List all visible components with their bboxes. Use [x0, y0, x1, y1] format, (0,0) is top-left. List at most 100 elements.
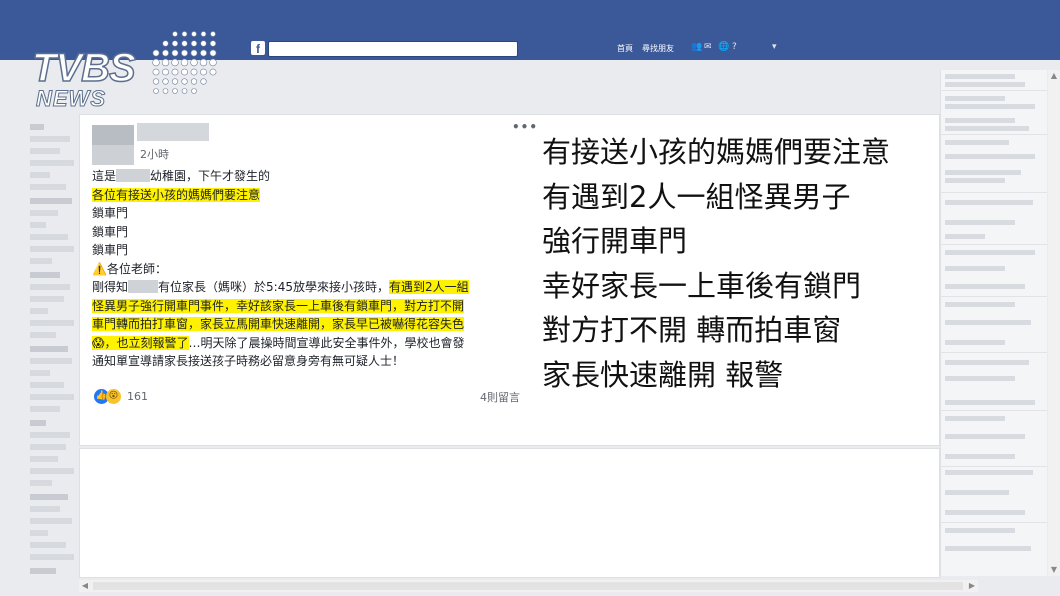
- sidebar-item-blurred[interactable]: [30, 494, 68, 500]
- right-sidebar-item-blurred[interactable]: [945, 416, 1005, 421]
- sidebar-item-blurred[interactable]: [30, 198, 72, 204]
- sidebar-item-blurred[interactable]: [30, 148, 60, 154]
- logo-dot: [209, 58, 217, 67]
- right-sidebar-item-blurred[interactable]: [945, 266, 1005, 271]
- sidebar-item-blurred[interactable]: [30, 210, 58, 216]
- facebook-logo-icon[interactable]: f: [251, 41, 265, 56]
- right-sidebar-item-blurred[interactable]: [945, 400, 1035, 405]
- right-sidebar-item-blurred[interactable]: [945, 470, 1033, 475]
- scrollbar-thumb[interactable]: [93, 582, 963, 590]
- sidebar-item-blurred[interactable]: [30, 284, 70, 290]
- right-sidebar-item-blurred[interactable]: [945, 320, 1031, 325]
- sidebar-item-blurred[interactable]: [30, 456, 58, 462]
- sidebar-item-blurred[interactable]: [30, 480, 52, 486]
- sidebar-item-blurred[interactable]: [30, 160, 74, 166]
- post-timestamp[interactable]: 2小時: [140, 146, 169, 162]
- horizontal-scrollbar[interactable]: ◀ ▶: [79, 580, 978, 592]
- right-sidebar-item-blurred[interactable]: [945, 250, 1035, 255]
- sidebar-item-blurred[interactable]: [30, 222, 46, 228]
- sidebar-item-blurred[interactable]: [30, 518, 72, 524]
- post-line: 鎖車門: [92, 224, 129, 239]
- help-icon[interactable]: ?: [732, 42, 742, 52]
- right-sidebar-item-blurred[interactable]: [945, 96, 1005, 101]
- sidebar-item-blurred[interactable]: [30, 506, 60, 512]
- sidebar-item-blurred[interactable]: [30, 382, 64, 388]
- sidebar-item-blurred[interactable]: [30, 272, 60, 278]
- more-options-icon[interactable]: •••: [512, 120, 538, 134]
- watermark-news: NEWS: [36, 86, 106, 112]
- right-sidebar-item-blurred[interactable]: [945, 340, 1005, 345]
- sidebar-item-blurred[interactable]: [30, 420, 46, 426]
- right-sidebar-item-blurred[interactable]: [945, 118, 1015, 123]
- sidebar-item-blurred[interactable]: [30, 554, 74, 560]
- right-sidebar-item-blurred[interactable]: [945, 140, 1009, 145]
- right-sidebar-item-blurred[interactable]: [945, 126, 1029, 131]
- right-sidebar-item-blurred[interactable]: [945, 104, 1035, 109]
- comment-count-link[interactable]: 4則留言: [480, 389, 520, 405]
- logo-dot: [152, 49, 160, 57]
- sidebar-item-blurred[interactable]: [30, 172, 50, 178]
- search-input[interactable]: [268, 41, 518, 57]
- friend-requests-icon[interactable]: 👥: [691, 42, 702, 52]
- sidebar-item-blurred[interactable]: [30, 258, 52, 264]
- right-sidebar-item-blurred[interactable]: [945, 360, 1029, 365]
- vertical-scrollbar[interactable]: ▲ ▼: [1048, 70, 1060, 576]
- logo-dot: [199, 58, 208, 67]
- right-sidebar-item-blurred[interactable]: [945, 376, 1015, 381]
- sidebar-item-blurred[interactable]: [30, 184, 66, 190]
- right-sidebar-item-blurred[interactable]: [945, 490, 1009, 495]
- right-sidebar-item-blurred[interactable]: [945, 82, 1025, 87]
- sidebar-item-blurred[interactable]: [30, 124, 44, 130]
- avatar[interactable]: [92, 125, 134, 165]
- right-sidebar-item-blurred[interactable]: [945, 510, 1025, 515]
- sidebar-item-blurred[interactable]: [30, 530, 48, 536]
- right-sidebar-item-blurred[interactable]: [945, 74, 1015, 79]
- right-sidebar-item-blurred[interactable]: [945, 178, 1005, 183]
- sidebar-item-blurred[interactable]: [30, 394, 74, 400]
- reaction-count[interactable]: 161: [127, 390, 148, 403]
- right-sidebar-item-blurred[interactable]: [945, 234, 985, 239]
- logo-dot: [171, 58, 179, 67]
- scroll-down-icon[interactable]: ▼: [1048, 564, 1060, 576]
- messages-icon[interactable]: ✉: [704, 42, 714, 52]
- sidebar-item-blurred[interactable]: [30, 308, 48, 314]
- right-sidebar-item-blurred[interactable]: [945, 302, 1015, 307]
- logo-dot: [209, 40, 217, 47]
- right-sidebar-item-blurred[interactable]: [945, 434, 1025, 439]
- sidebar-item-blurred[interactable]: [30, 136, 70, 142]
- notifications-icon[interactable]: 🌐: [718, 42, 729, 52]
- right-sidebar-item-blurred[interactable]: [945, 284, 1025, 289]
- right-sidebar-item-blurred[interactable]: [945, 220, 1015, 225]
- sidebar-item-blurred[interactable]: [30, 542, 66, 548]
- right-sidebar-item-blurred[interactable]: [945, 546, 1031, 551]
- sidebar-item-blurred[interactable]: [30, 296, 64, 302]
- right-sidebar-item-blurred[interactable]: [945, 454, 1015, 459]
- nav-find-friends-link[interactable]: 尋找朋友: [642, 43, 674, 54]
- sidebar-item-blurred[interactable]: [30, 468, 74, 474]
- sidebar-item-blurred[interactable]: [30, 406, 60, 412]
- logo-dot: [181, 31, 188, 37]
- logo-dot: [180, 58, 189, 67]
- logo-dot: [200, 40, 207, 47]
- scroll-right-icon[interactable]: ▶: [966, 580, 978, 592]
- sidebar-item-blurred[interactable]: [30, 320, 74, 326]
- sidebar-item-blurred[interactable]: [30, 432, 70, 438]
- sidebar-item-blurred[interactable]: [30, 444, 66, 450]
- right-sidebar-item-blurred[interactable]: [945, 154, 1035, 159]
- right-sidebar-item-blurred[interactable]: [945, 170, 1021, 175]
- sidebar-item-blurred[interactable]: [30, 332, 56, 338]
- sidebar-item-blurred[interactable]: [30, 234, 68, 240]
- scroll-left-icon[interactable]: ◀: [79, 580, 91, 592]
- sidebar-item-blurred[interactable]: [30, 370, 50, 376]
- sidebar-item-blurred[interactable]: [30, 246, 74, 252]
- right-sidebar-item-blurred[interactable]: [945, 528, 1015, 533]
- nav-home-link[interactable]: 首頁: [617, 43, 633, 54]
- sidebar-item-blurred[interactable]: [30, 346, 68, 352]
- right-sidebar-item-blurred[interactable]: [945, 200, 1033, 205]
- sidebar-item-blurred[interactable]: [30, 568, 56, 574]
- author-name-blurred[interactable]: [137, 123, 209, 141]
- sidebar-item-blurred[interactable]: [30, 358, 72, 364]
- scroll-up-icon[interactable]: ▲: [1048, 70, 1060, 82]
- account-menu-icon[interactable]: ▾: [772, 42, 782, 52]
- reactions-bar[interactable]: 👍 😮 161: [94, 386, 148, 404]
